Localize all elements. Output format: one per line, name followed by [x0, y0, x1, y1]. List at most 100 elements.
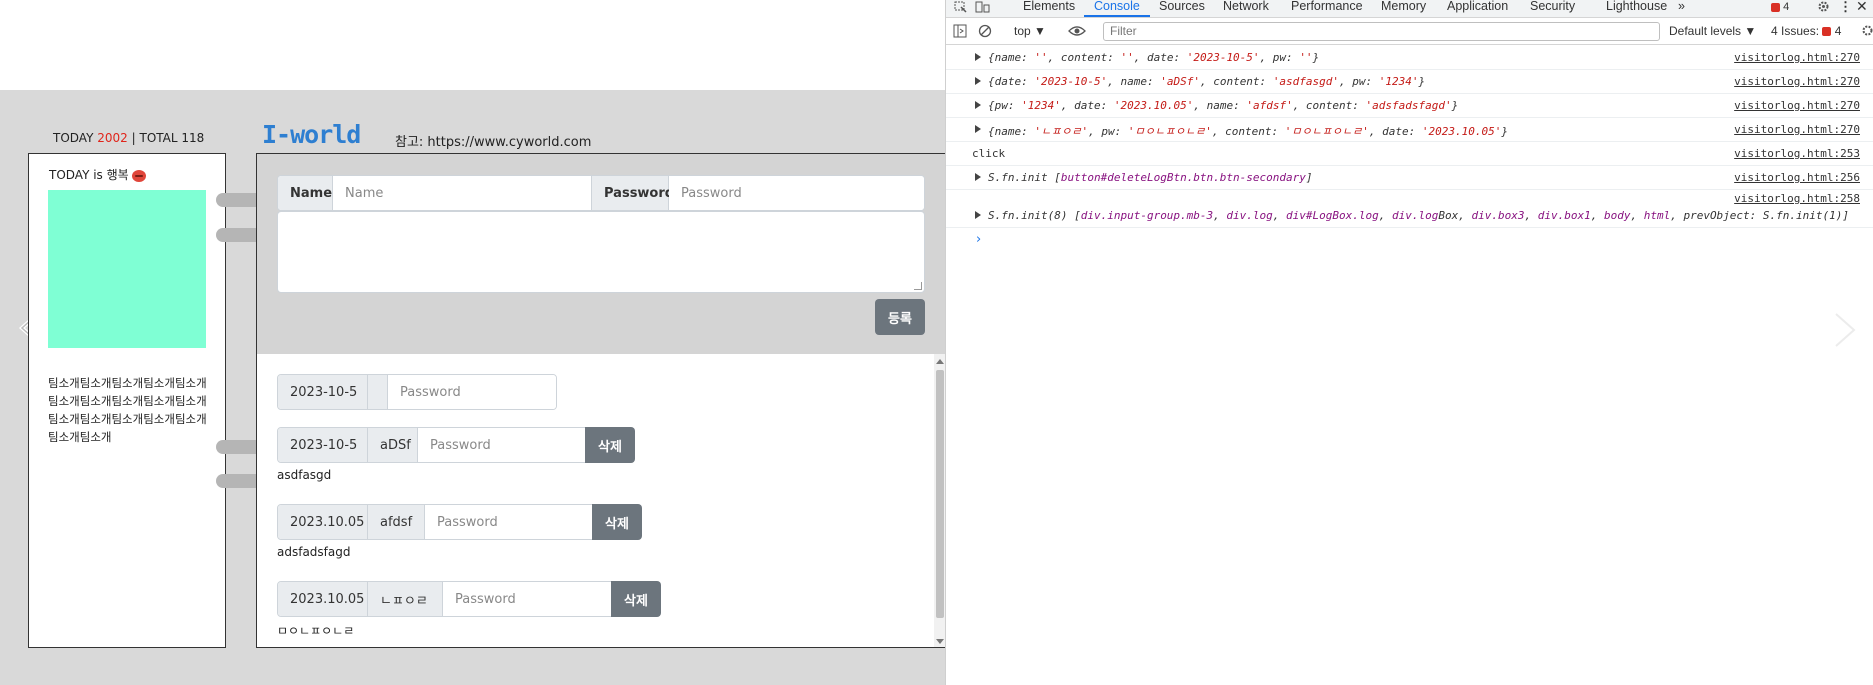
- resize-handle[interactable]: [914, 282, 922, 290]
- sidebar-toggle-icon[interactable]: [953, 24, 967, 38]
- console-object: S.fn.init [button#deleteLogBtn.btn.btn-s…: [988, 171, 1313, 184]
- log-password-input[interactable]: [388, 375, 556, 409]
- console-row: click visitorlog.html:253: [946, 142, 1873, 166]
- filter-input[interactable]: Filter: [1103, 22, 1660, 41]
- log-name: [368, 375, 388, 409]
- expand-triangle-icon[interactable]: [975, 125, 981, 133]
- error-count: 4: [1783, 1, 1790, 13]
- log-date: 2023.10.05: [278, 582, 368, 616]
- console-object: S.fn.init(8) [div.input-group.mb-3, div.…: [988, 209, 1850, 222]
- issues-label: 4 Issues:: [1771, 24, 1820, 38]
- console-row[interactable]: {date: '2023-10-5', name: 'aDSf', conten…: [946, 70, 1873, 94]
- log-entry: 2023-10-5: [277, 374, 557, 410]
- today-label: TODAY: [53, 131, 94, 145]
- console-object: {name: 'ㄴㅍㅇㄹ', pw: 'ㅁㅇㄴㅍㅇㄴㄹ', content: '…: [988, 125, 1508, 138]
- expand-triangle-icon[interactable]: [975, 77, 981, 85]
- delete-button[interactable]: 삭제: [585, 427, 635, 463]
- tab-lighthouse[interactable]: Lighthouse: [1606, 0, 1667, 17]
- log-entry: 2023.10.05 ㄴㅍㅇㄹ: [277, 581, 660, 617]
- error-icon: [1771, 2, 1780, 12]
- source-link[interactable]: visitorlog.html:270: [1734, 75, 1860, 88]
- source-link[interactable]: visitorlog.html:270: [1734, 123, 1860, 136]
- issues-button[interactable]: 4 Issues: 4: [1771, 24, 1841, 38]
- total-count: 118: [181, 131, 205, 145]
- tab-elements[interactable]: Elements: [1023, 0, 1075, 17]
- log-list: 2023-10-5 2023-10-5 aDSf 삭제 asdfasgd 202…: [257, 354, 946, 647]
- delete-button[interactable]: 삭제: [592, 504, 642, 540]
- scroll-up-icon[interactable]: [936, 359, 944, 364]
- name-label: Name: [278, 176, 333, 210]
- password-input[interactable]: [669, 176, 924, 210]
- devtools-tab-bar: Elements Console Sources Network Perform…: [946, 0, 1873, 18]
- gear-icon[interactable]: [1817, 0, 1830, 13]
- console-row[interactable]: {pw: '1234', date: '2023.10.05', name: '…: [946, 94, 1873, 118]
- stats-separator: |: [131, 131, 136, 145]
- console-settings-icon[interactable]: [1861, 24, 1873, 37]
- log-password-input[interactable]: [418, 428, 585, 462]
- today-mood: TODAY is 행복: [49, 166, 146, 183]
- expand-triangle-icon[interactable]: [975, 101, 981, 109]
- log-content: adsfadsfagd: [277, 545, 351, 559]
- tab-security[interactable]: Security: [1530, 0, 1575, 17]
- site-title: I-world: [262, 120, 361, 149]
- console-toolbar: top ▼ Filter Default levels ▼ 4 Issues: …: [946, 18, 1873, 45]
- name-input[interactable]: [333, 176, 591, 210]
- delete-button[interactable]: 삭제: [611, 581, 661, 617]
- kebab-menu-icon[interactable]: ⋮: [1839, 0, 1852, 15]
- tab-console[interactable]: Console: [1084, 0, 1150, 17]
- console-prompt[interactable]: ›: [976, 232, 981, 247]
- content-textarea[interactable]: [277, 211, 925, 293]
- log-name: ㄴㅍㅇㄹ: [368, 582, 443, 616]
- scroll-thumb[interactable]: [936, 370, 944, 618]
- tab-memory[interactable]: Memory: [1381, 0, 1426, 17]
- levels-value: Default levels: [1669, 24, 1742, 38]
- today-count: 2002: [97, 131, 128, 145]
- context-selector[interactable]: top ▼: [1014, 24, 1046, 38]
- profile-panel: TODAY is 행복 팀소개팀소개팀소개팀소개팀소개팀소개팀소개팀소개팀소개팀…: [28, 153, 226, 648]
- log-content: asdfasgd: [277, 468, 332, 482]
- issue-icon: [1822, 27, 1832, 37]
- expand-triangle-icon[interactable]: [975, 53, 981, 61]
- eye-icon[interactable]: [1068, 24, 1086, 38]
- register-button[interactable]: 등록: [875, 299, 925, 335]
- tab-application[interactable]: Application: [1447, 0, 1508, 17]
- visitor-stats: TODAY 2002 | TOTAL 118: [53, 131, 204, 145]
- tab-sources[interactable]: Sources: [1159, 0, 1205, 17]
- clear-console-icon[interactable]: [978, 24, 992, 38]
- console-messages: {name: '', content: '', date: '2023-10-5…: [946, 46, 1873, 228]
- expand-triangle-icon[interactable]: [975, 173, 981, 181]
- tab-network[interactable]: Network: [1223, 0, 1269, 17]
- close-icon[interactable]: ✕: [1856, 0, 1868, 15]
- inspect-element-icon[interactable]: [954, 1, 968, 13]
- chevron-right-icon[interactable]: [1830, 310, 1860, 350]
- devtools-panel: Elements Console Sources Network Perform…: [945, 0, 1873, 685]
- web-page: TODAY 2002 | TOTAL 118 I-world 참고: https…: [0, 0, 946, 685]
- reference-text: 참고: https://www.cyworld.com: [395, 135, 592, 150]
- log-date: 2023-10-5: [278, 375, 368, 409]
- source-link[interactable]: visitorlog.html:270: [1734, 51, 1860, 64]
- console-object: {name: '', content: '', date: '2023-10-5…: [988, 51, 1320, 64]
- log-name: aDSf: [368, 428, 418, 462]
- source-link[interactable]: visitorlog.html:253: [1734, 147, 1860, 160]
- console-row[interactable]: {name: 'ㄴㅍㅇㄹ', pw: 'ㅁㅇㄴㅍㅇㄴㄹ', content: '…: [946, 118, 1873, 142]
- error-badge[interactable]: 4: [1771, 1, 1789, 13]
- log-name: afdsf: [368, 505, 425, 539]
- log-password-input[interactable]: [443, 582, 611, 616]
- log-password-input[interactable]: [425, 505, 592, 539]
- console-object: {pw: '1234', date: '2023.10.05', name: '…: [988, 99, 1459, 112]
- tab-performance[interactable]: Performance: [1291, 0, 1363, 17]
- console-row: visitorlog.html:258: [946, 190, 1873, 205]
- source-link[interactable]: visitorlog.html:256: [1734, 171, 1860, 184]
- log-date: 2023-10-5: [278, 428, 368, 462]
- source-link[interactable]: visitorlog.html:270: [1734, 99, 1860, 112]
- more-tabs-icon[interactable]: »: [1678, 0, 1685, 17]
- scroll-down-icon[interactable]: [936, 639, 944, 644]
- log-content: ㅁㅇㄴㅍㅇㄴㄹ: [277, 624, 355, 638]
- console-row[interactable]: S.fn.init [button#deleteLogBtn.btn.btn-s…: [946, 166, 1873, 190]
- expand-triangle-icon[interactable]: [975, 211, 981, 219]
- console-row[interactable]: {name: '', content: '', date: '2023-10-5…: [946, 46, 1873, 70]
- team-intro: 팀소개팀소개팀소개팀소개팀소개팀소개팀소개팀소개팀소개팀소개팀소개팀소개팀소개팀…: [48, 376, 207, 444]
- device-toolbar-icon[interactable]: [975, 1, 991, 13]
- log-levels-dropdown[interactable]: Default levels ▼: [1669, 24, 1756, 38]
- console-row[interactable]: S.fn.init(8) [div.input-group.mb-3, div.…: [946, 204, 1873, 228]
